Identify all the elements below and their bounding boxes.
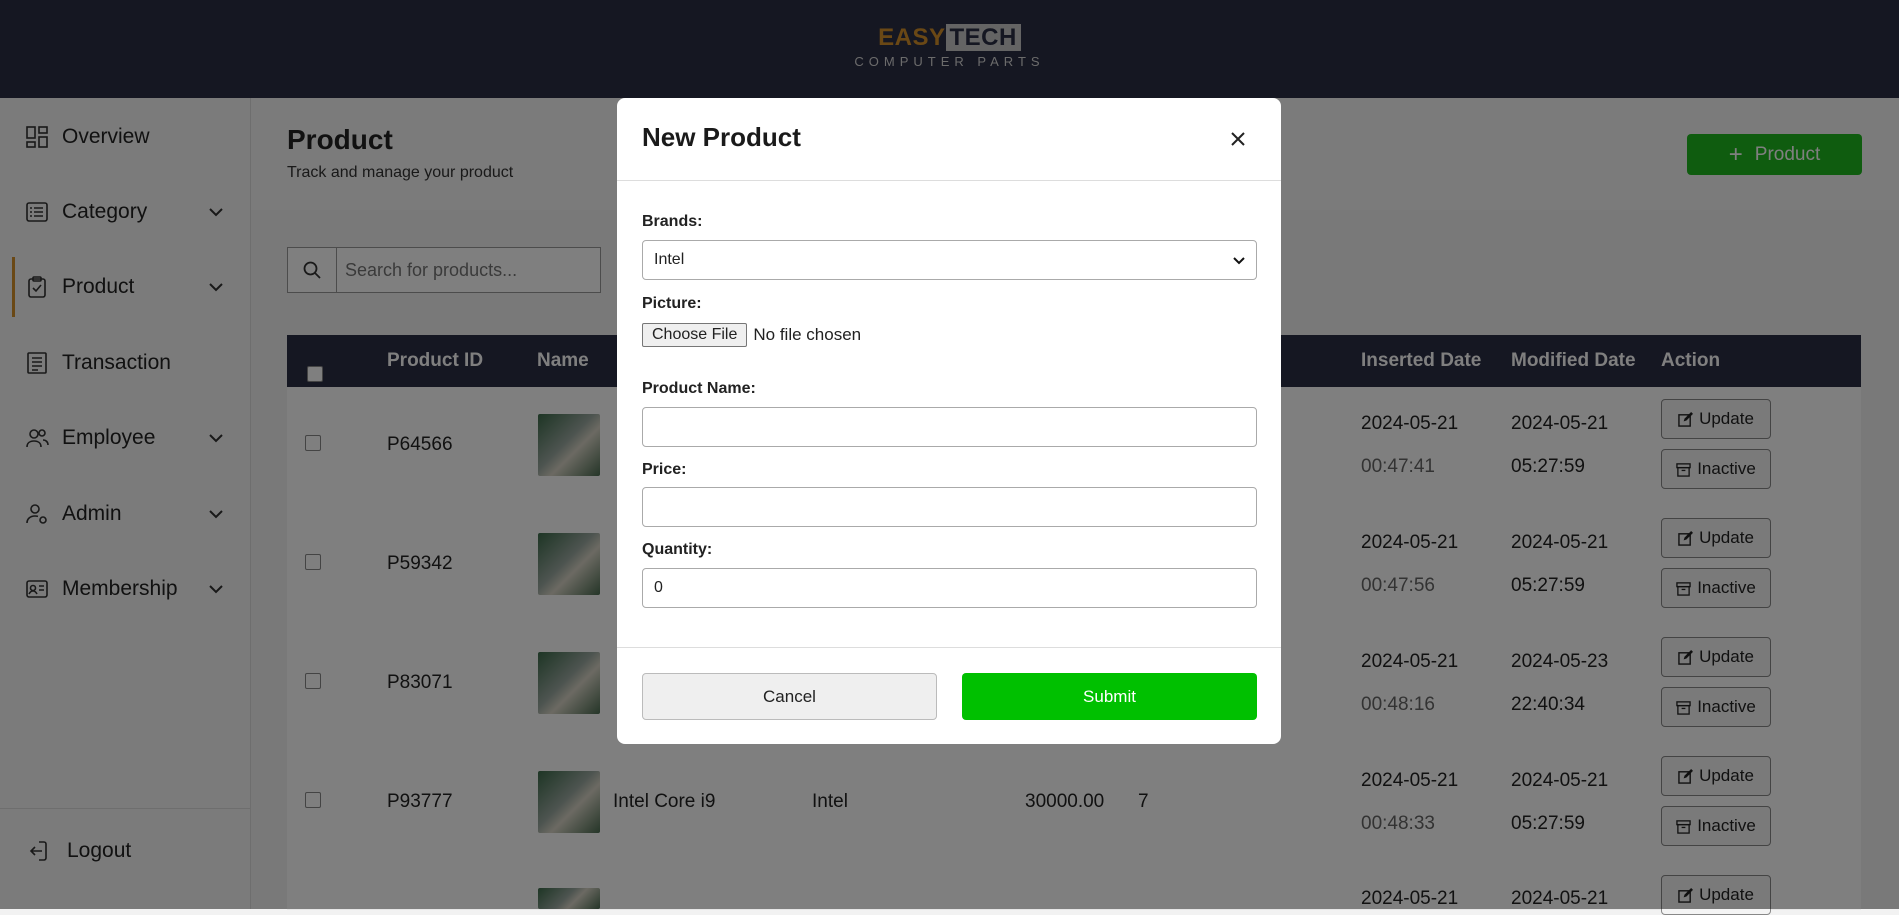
brands-selected-value: Intel (654, 251, 685, 268)
quantity-label: Quantity: (642, 541, 713, 558)
picture-file-input: Choose File No file chosen (642, 323, 861, 347)
picture-label: Picture: (642, 295, 702, 312)
submit-button[interactable]: Submit (962, 673, 1257, 720)
quantity-input[interactable]: 0 (642, 568, 1257, 608)
close-icon[interactable] (1228, 129, 1248, 149)
choose-file-button[interactable]: Choose File (642, 323, 748, 347)
modal-divider (617, 180, 1281, 181)
price-input[interactable] (642, 487, 1257, 527)
product-name-input[interactable] (642, 407, 1257, 447)
modal-title: New Product (642, 122, 801, 152)
new-product-modal: New Product Brands: Intel Picture: Choos… (617, 98, 1281, 744)
product-name-label: Product Name: (642, 380, 756, 397)
brands-select[interactable]: Intel (642, 240, 1257, 280)
chevron-down-icon (1233, 257, 1245, 265)
cancel-button[interactable]: Cancel (642, 673, 937, 720)
modal-footer-divider (617, 647, 1281, 648)
brands-label: Brands: (642, 213, 703, 230)
no-file-text: No file chosen (753, 325, 862, 344)
price-label: Price: (642, 461, 687, 478)
